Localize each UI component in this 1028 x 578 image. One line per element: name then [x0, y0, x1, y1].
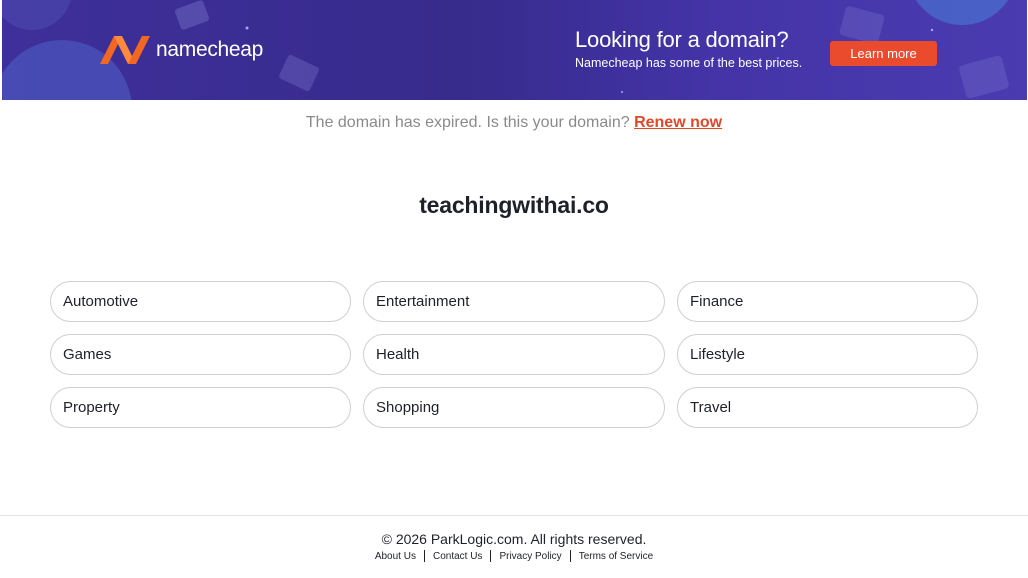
category-health[interactable]: Health — [363, 334, 665, 375]
promo-banner: namecheap Looking for a domain? Namechea… — [2, 0, 1027, 100]
promo-title: Looking for a domain? — [575, 27, 789, 52]
category-lifestyle[interactable]: Lifestyle — [677, 334, 978, 375]
namecheap-logo[interactable]: namecheap — [98, 33, 263, 67]
promo-subtitle: Namecheap has some of the best prices. — [575, 56, 803, 70]
renew-now-link[interactable]: Renew now — [634, 114, 722, 131]
category-grid: Automotive Entertainment Finance Games H… — [50, 281, 978, 428]
category-automotive[interactable]: Automotive — [50, 281, 351, 322]
footer-divider — [423, 550, 425, 562]
footer-divider — [569, 550, 571, 562]
category-travel[interactable]: Travel — [677, 387, 978, 428]
privacy-policy-link[interactable]: Privacy Policy — [499, 551, 561, 562]
footer-divider — [490, 550, 492, 562]
category-games[interactable]: Games — [50, 334, 351, 375]
namecheap-n-icon — [100, 36, 150, 64]
about-us-link[interactable]: About Us — [375, 551, 416, 562]
expired-text: The domain has expired. Is this your dom… — [305, 114, 630, 131]
footer: © 2026 ParkLogic.com. All rights reserve… — [0, 515, 1028, 578]
domain-name: teachingwithai.co — [419, 192, 609, 218]
expired-notice: The domain has expired. Is this your dom… — [0, 114, 1028, 132]
footer-links: About Us Contact Us Privacy Policy Terms… — [0, 550, 1028, 562]
category-shopping[interactable]: Shopping — [363, 387, 665, 428]
contact-us-link[interactable]: Contact Us — [433, 551, 482, 562]
logo-text: namecheap — [156, 38, 264, 61]
copyright-text: © 2026 ParkLogic.com. All rights reserve… — [381, 531, 647, 547]
learn-more-button[interactable]: Learn more — [830, 41, 937, 66]
terms-of-service-link[interactable]: Terms of Service — [579, 551, 653, 562]
category-finance[interactable]: Finance — [677, 281, 978, 322]
category-entertainment[interactable]: Entertainment — [363, 281, 665, 322]
category-property[interactable]: Property — [50, 387, 351, 428]
